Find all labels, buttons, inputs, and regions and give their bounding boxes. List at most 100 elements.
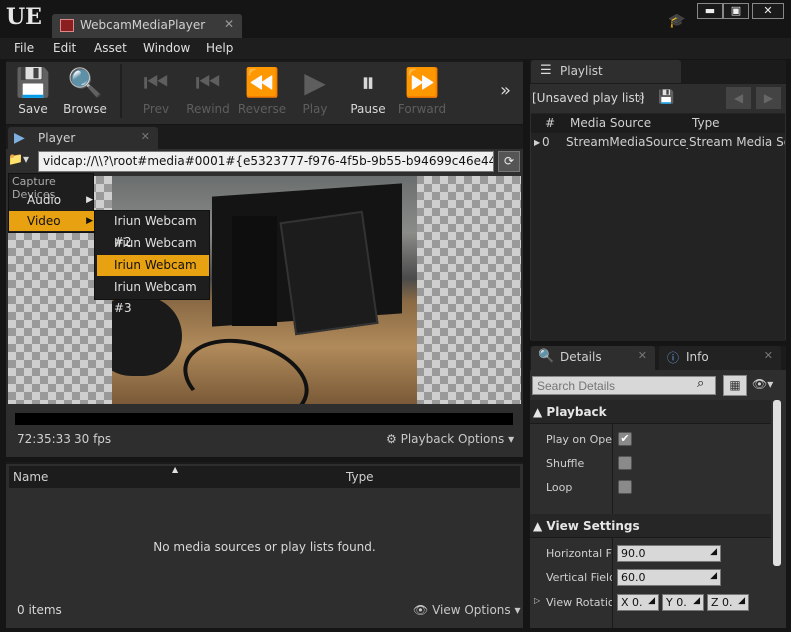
- capture-devices-menu: Capture Devices Audio ▶ Video ▶: [8, 173, 95, 233]
- drag-handle-icon: ◢: [693, 596, 700, 606]
- reverse-button[interactable]: ⏪ Reverse: [235, 64, 289, 120]
- device-iriun-webcam-2[interactable]: Iriun Webcam #2: [97, 211, 209, 249]
- sort-ascending-icon: ▲: [172, 465, 179, 474]
- drag-handle-icon: ◢: [648, 596, 655, 606]
- playlist-row-index[interactable]: 0: [542, 135, 550, 149]
- editor-tab-title: WebcamMediaPlayer: [80, 18, 206, 32]
- chevron-down-icon: ▾: [514, 603, 521, 617]
- menu-edit[interactable]: Edit: [53, 41, 76, 55]
- prop-horizontal-field-label: Horizontal Fie: [546, 547, 612, 560]
- prop-loop-label: Loop: [546, 481, 573, 494]
- player-play-icon: ▶: [14, 130, 25, 146]
- fps-readout: 30 fps: [74, 432, 112, 446]
- info-icon: ⓘ: [667, 351, 680, 365]
- expand-arrow-icon[interactable]: ▶: [534, 138, 540, 147]
- view-options-button[interactable]: 👁 View Options ▾: [413, 603, 521, 617]
- device-iriun-webcam[interactable]: Iriun Webcam: [97, 255, 209, 276]
- column-header-type[interactable]: Type: [346, 470, 374, 484]
- submenu-arrow-icon: ▶: [86, 216, 93, 226]
- menu-item-video[interactable]: Video ▶: [9, 211, 95, 231]
- media-player-asset-icon: [60, 19, 74, 32]
- tab-details[interactable]: 🔍 Details ✕: [531, 346, 655, 370]
- playlist-prev-button[interactable]: ◀: [726, 87, 751, 109]
- device-iriun-webcam-4[interactable]: Iriun Webcam #4: [97, 233, 209, 271]
- gear-icon: ⚙: [386, 432, 397, 446]
- list-icon: ☰: [540, 63, 552, 78]
- toolbar-overflow-icon[interactable]: »: [500, 80, 511, 101]
- column-header-media-source[interactable]: Media Source: [570, 116, 651, 130]
- rotation-x-input[interactable]: X 0. ◢: [617, 594, 659, 611]
- tab-info[interactable]: ⓘ Info ✕: [659, 346, 781, 370]
- menu-item-audio[interactable]: Audio ▶: [9, 190, 95, 210]
- floppy-disk-icon: 💾: [15, 66, 51, 99]
- pause-button[interactable]: ⏸ Pause: [341, 64, 395, 120]
- close-tab-icon[interactable]: ✕: [224, 17, 234, 31]
- item-count: 0 items: [17, 603, 62, 617]
- drag-handle-icon: ◢: [710, 571, 717, 581]
- minimize-button[interactable]: ▬: [697, 3, 723, 19]
- details-scrollbar[interactable]: [773, 400, 781, 566]
- maximize-button[interactable]: ▣: [723, 3, 749, 19]
- pause-icon: ⏸: [360, 66, 375, 99]
- details-search-input[interactable]: [532, 376, 716, 395]
- prop-view-rotation-label: View Rotatio: [546, 596, 612, 609]
- prop-play-on-open-label: Play on Open: [546, 433, 612, 446]
- reverse-icon: ⏪: [244, 66, 280, 99]
- menu-asset[interactable]: Asset: [94, 41, 127, 55]
- playlist-row-source[interactable]: StreamMediaSource_4: [566, 135, 688, 149]
- tab-playlist[interactable]: ☰ Playlist: [531, 60, 681, 83]
- close-window-button[interactable]: ✕: [752, 3, 784, 19]
- browse-button[interactable]: 🔍 Browse: [58, 64, 112, 120]
- loop-checkbox[interactable]: [618, 480, 632, 494]
- toolbar-separator: [120, 64, 122, 118]
- tab-player[interactable]: ▶ Player ✕: [8, 127, 158, 149]
- save-playlist-icon[interactable]: 💾: [658, 90, 674, 105]
- expand-arrow-icon[interactable]: ▷: [534, 596, 540, 605]
- details-magnifier-icon: 🔍: [538, 349, 555, 364]
- play-on-open-checkbox[interactable]: ✔: [618, 432, 632, 446]
- save-button[interactable]: 💾 Save: [6, 64, 60, 120]
- forward-button[interactable]: ⏩ Forward: [395, 64, 449, 120]
- shuffle-checkbox[interactable]: [618, 456, 632, 470]
- play-icon: ▶: [304, 66, 326, 99]
- prev-button[interactable]: ⏮ Prev: [129, 64, 183, 120]
- rotation-y-input[interactable]: Y 0. ◢: [662, 594, 704, 611]
- folder-dropdown-icon[interactable]: 📁▾: [8, 152, 34, 172]
- graduation-cap-icon[interactable]: 🎓: [668, 13, 685, 29]
- horizontal-field-of-view-input[interactable]: 90.0 ◢: [617, 545, 721, 562]
- rotation-z-input[interactable]: Z 0. ◢: [707, 594, 749, 611]
- vertical-field-of-view-input[interactable]: 60.0 ◢: [617, 569, 721, 586]
- visibility-eye-icon[interactable]: 👁▾: [752, 377, 773, 391]
- playlist-next-button[interactable]: ▶: [756, 87, 781, 109]
- menu-file[interactable]: File: [14, 41, 34, 55]
- timeline-scrubber[interactable]: [15, 413, 513, 425]
- media-url-input[interactable]: vidcap://\\?\root#media#0001#{e5323777-f…: [38, 151, 494, 172]
- play-button[interactable]: ▶ Play: [288, 64, 342, 120]
- playback-options-button[interactable]: ⚙ Playback Options ▾: [386, 432, 514, 446]
- search-icon[interactable]: ⌕: [638, 90, 645, 105]
- menu-window[interactable]: Window: [143, 41, 190, 55]
- refresh-icon[interactable]: ⟳: [498, 151, 520, 172]
- category-view-settings-label[interactable]: ▲ View Settings: [533, 519, 640, 533]
- search-icon[interactable]: ⌕: [697, 376, 704, 391]
- column-header-name[interactable]: Name: [13, 470, 48, 484]
- rewind-to-start-icon: ⏮: [195, 66, 221, 99]
- close-tab-icon[interactable]: ✕: [141, 130, 150, 143]
- close-tab-icon[interactable]: ✕: [638, 349, 647, 362]
- fast-forward-icon: ⏩: [404, 66, 440, 99]
- submenu-arrow-icon: ▶: [86, 195, 93, 205]
- category-playback-label[interactable]: ▲ Playback: [533, 405, 607, 419]
- property-matrix-icon[interactable]: ▦: [723, 375, 747, 396]
- empty-list-message: No media sources or play lists found.: [153, 540, 376, 554]
- device-iriun-webcam-3[interactable]: Iriun Webcam #3: [97, 277, 209, 315]
- eye-icon: 👁: [413, 603, 429, 617]
- playlist-row-type[interactable]: Stream Media Source: [689, 135, 785, 149]
- rewind-button[interactable]: ⏮ Rewind: [181, 64, 235, 120]
- column-header-type[interactable]: Type: [692, 116, 720, 130]
- magnifier-icon: 🔍: [67, 66, 103, 99]
- close-tab-icon[interactable]: ✕: [764, 349, 773, 362]
- editor-tab[interactable]: WebcamMediaPlayer ✕: [52, 14, 242, 38]
- menu-help[interactable]: Help: [206, 41, 233, 55]
- prop-shuffle-label: Shuffle: [546, 457, 585, 470]
- column-header-index[interactable]: #: [545, 116, 555, 130]
